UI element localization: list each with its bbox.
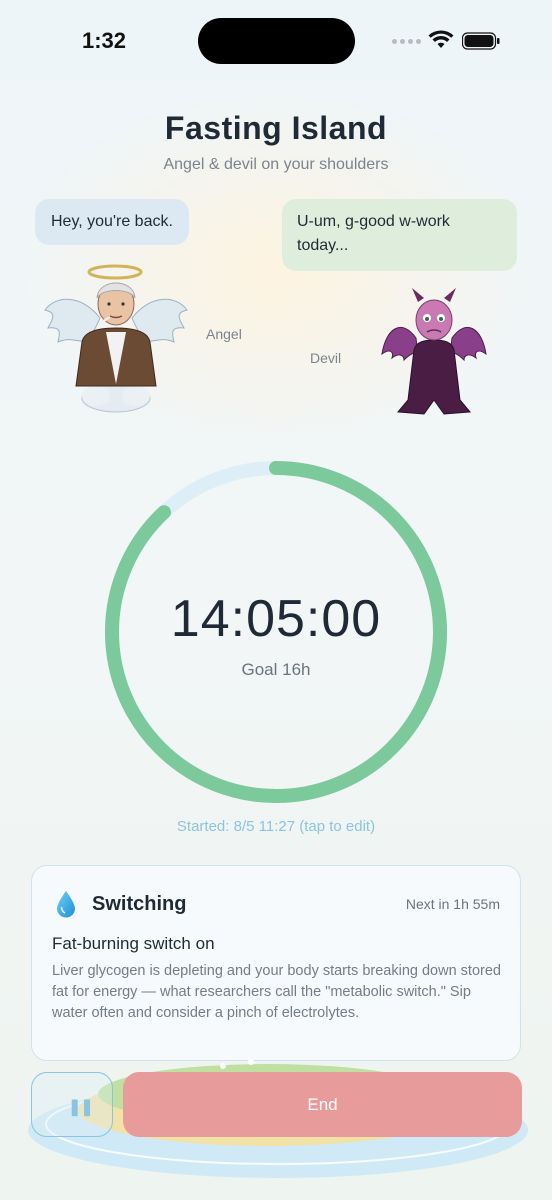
angel-label: Angel bbox=[206, 326, 242, 342]
pause-button[interactable]: ❚❚ bbox=[31, 1072, 113, 1137]
battery-icon bbox=[462, 32, 500, 50]
elapsed-timer: 14:05:00 bbox=[170, 590, 382, 648]
page-subtitle: Angel & devil on your shoulders bbox=[163, 156, 389, 173]
phase-description: Liver glycogen is depleting and your bod… bbox=[52, 963, 501, 1021]
next-phase-countdown: Next in 1h 55m bbox=[405, 896, 500, 912]
angel-speech-bubble: Hey, you're back. bbox=[35, 199, 189, 245]
phase-headline: Fat-burning switch on bbox=[52, 934, 215, 953]
page-title: Fasting Island bbox=[164, 110, 388, 146]
wifi-icon bbox=[428, 30, 454, 48]
devil-speech-bubble: U-um, g-good w-work today... bbox=[282, 199, 517, 271]
devil-label: Devil bbox=[310, 350, 342, 366]
dynamic-island bbox=[198, 18, 355, 64]
status-time: 1:32 bbox=[82, 28, 127, 53]
phase-name: Switching bbox=[92, 893, 187, 915]
angel-character[interactable] bbox=[40, 258, 190, 418]
pause-icon: ❚❚ bbox=[68, 1099, 94, 1116]
phase-card: Switching Next in 1h 55m Fat-burning swi… bbox=[31, 865, 521, 1061]
start-time-edit-link[interactable]: Started: 8/5 11:27 (tap to edit) bbox=[0, 818, 552, 835]
water-drop-icon bbox=[57, 891, 75, 918]
signal-icon bbox=[392, 39, 421, 44]
end-fast-button[interactable]: End bbox=[123, 1072, 522, 1137]
devil-character[interactable] bbox=[378, 288, 490, 424]
goal-label: Goal 16h bbox=[241, 660, 311, 679]
